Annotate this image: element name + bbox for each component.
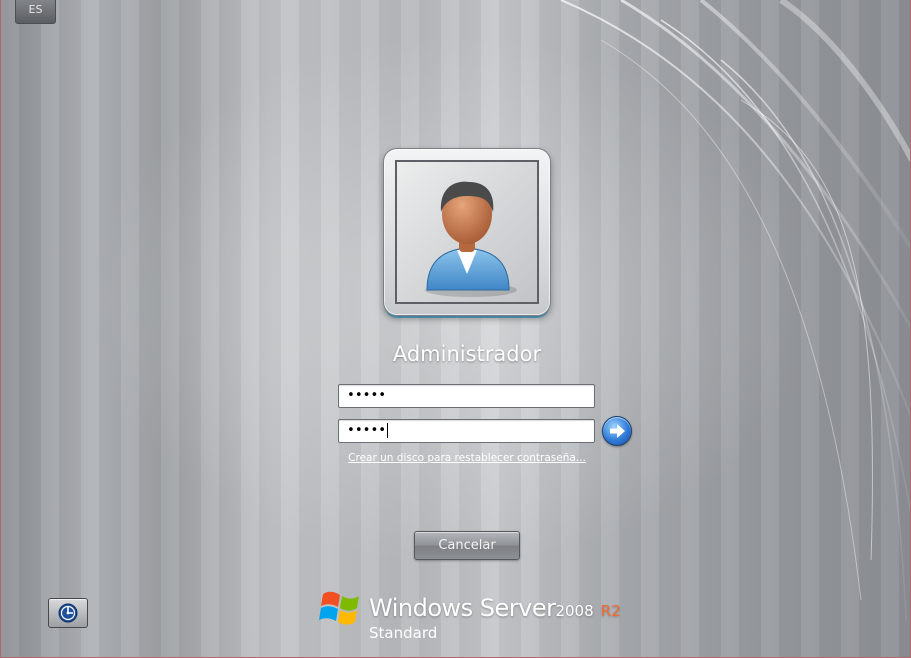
brand-product: Windows Server [369,594,556,622]
windows-flag-icon [319,591,359,625]
brand-release: R2 [600,602,621,620]
submit-button[interactable] [602,416,632,446]
password-value: ••••• [347,423,387,438]
username-input[interactable]: ••••• [338,384,595,408]
username-value: ••••• [347,388,387,403]
user-tile-frame [395,160,539,304]
user-tile [383,148,551,316]
language-button[interactable]: ES [15,0,56,24]
cancel-button[interactable]: Cancelar [414,531,520,560]
product-name: Windows Server2008 R2 [369,594,621,622]
brand-version: 2008 [555,602,594,620]
reset-password-link[interactable]: Crear un disco para restablecer contrase… [301,452,633,464]
arrow-right-icon [610,424,625,438]
logon-screen: ES Administrador ••••• ••••• Crear un di… [0,0,911,658]
user-name: Administrador [392,342,542,366]
text-caret [387,423,389,438]
ease-of-access-button[interactable] [48,598,88,628]
password-input[interactable]: ••••• [338,419,595,443]
windows-server-branding: Windows Server2008 R2 Standard [319,584,639,644]
user-avatar-icon [425,181,517,297]
ease-of-access-icon [58,603,78,623]
brand-edition: Standard [369,624,438,642]
